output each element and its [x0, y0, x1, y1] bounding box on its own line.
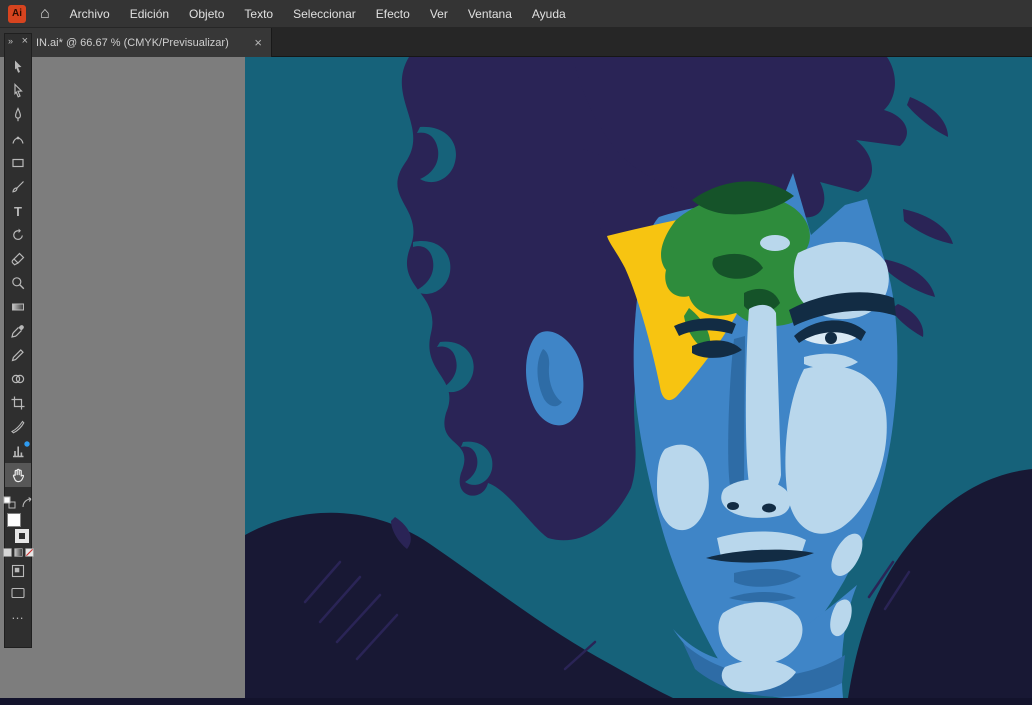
draw-mode-icon[interactable]	[10, 563, 26, 579]
menu-item-archivo[interactable]: Archivo	[60, 0, 120, 28]
hand-tool-icon	[10, 467, 26, 483]
artboard-tool-icon	[10, 395, 26, 411]
gradient-tool-icon	[10, 299, 26, 315]
rotate-tool[interactable]	[5, 223, 31, 247]
notification-dot	[24, 441, 30, 447]
graph-tool[interactable]	[5, 439, 31, 463]
menu-item-ayuda[interactable]: Ayuda	[522, 0, 576, 28]
artboard-tool[interactable]	[5, 391, 31, 415]
tab-close-icon[interactable]: ×	[245, 35, 271, 50]
eyedropper-tool[interactable]	[5, 319, 31, 343]
paintbrush-tool[interactable]	[5, 175, 31, 199]
pen-tool-icon	[10, 107, 26, 123]
menu-bar: Ai ⌂ Archivo Edición Objeto Texto Selecc…	[0, 0, 1032, 28]
panel-close-icon[interactable]: ×	[22, 35, 28, 47]
zoom-tool-icon	[10, 275, 26, 291]
slice-tool-icon	[10, 419, 26, 435]
type-tool[interactable]: T	[5, 199, 31, 223]
selection-tool-icon	[10, 59, 26, 75]
rectangle-tool[interactable]	[5, 151, 31, 175]
panel-expand-icon[interactable]: »	[8, 36, 13, 46]
pencil-tool[interactable]	[5, 343, 31, 367]
swap-colors-icon[interactable]	[20, 496, 33, 509]
shape-builder-tool-icon	[10, 371, 26, 387]
app-logo-icon[interactable]: Ai	[8, 5, 26, 23]
document-tab-bar: IN.ai* @ 66.67 % (CMYK/Previsualizar) ×	[0, 28, 1032, 57]
tools-panel-header: » ×	[5, 34, 31, 48]
eyedropper-tool-icon	[10, 323, 26, 339]
tools-panel: » ×	[4, 33, 32, 648]
rotate-tool-icon	[10, 227, 26, 243]
menu-item-objeto[interactable]: Objeto	[179, 0, 234, 28]
default-colors-icon[interactable]	[3, 496, 16, 509]
fill-stroke-indicator	[6, 513, 30, 543]
pen-tool[interactable]	[5, 103, 31, 127]
eraser-tool-icon	[10, 251, 26, 267]
menu-item-ventana[interactable]: Ventana	[458, 0, 522, 28]
paintbrush-tool-icon	[10, 179, 26, 195]
curvature-tool-icon	[10, 131, 26, 147]
gradient-mode-icon[interactable]	[14, 548, 23, 557]
pasteboard[interactable]	[0, 57, 245, 698]
fill-swatch[interactable]	[7, 513, 21, 527]
document-tab[interactable]: IN.ai* @ 66.67 % (CMYK/Previsualizar) ×	[0, 28, 272, 57]
selection-tool[interactable]	[5, 55, 31, 79]
edit-toolbar-icon[interactable]: …	[11, 607, 25, 622]
direct-selection-tool-icon	[10, 83, 26, 99]
menu-item-texto[interactable]: Texto	[234, 0, 283, 28]
stroke-swatch[interactable]	[15, 529, 29, 543]
color-mode-icon[interactable]	[3, 548, 12, 557]
none-mode-icon[interactable]	[25, 548, 34, 557]
curvature-tool[interactable]	[5, 127, 31, 151]
nostril-right	[762, 504, 776, 513]
rectangle-tool-icon	[10, 155, 26, 171]
tools-list: T	[5, 48, 31, 487]
menu-item-ver[interactable]: Ver	[420, 0, 458, 28]
type-tool-icon: T	[14, 204, 22, 219]
window-bottom-edge	[0, 698, 1032, 705]
shape-builder-tool[interactable]	[5, 367, 31, 391]
pupil	[825, 332, 837, 344]
zoom-tool[interactable]	[5, 271, 31, 295]
direct-selection-tool[interactable]	[5, 79, 31, 103]
eraser-tool[interactable]	[5, 247, 31, 271]
artboard-canvas[interactable]	[245, 57, 1032, 698]
gradient-tool[interactable]	[5, 295, 31, 319]
screen-mode-icon[interactable]	[10, 585, 26, 601]
home-icon[interactable]: ⌂	[40, 0, 50, 28]
hand-tool[interactable]	[5, 463, 31, 487]
vector-portrait-illustration	[245, 57, 1032, 698]
slice-tool[interactable]	[5, 415, 31, 439]
menu-item-efecto[interactable]: Efecto	[366, 0, 420, 28]
nostril-left	[727, 502, 739, 510]
toolbar-extras: …	[5, 495, 31, 622]
menu-item-seleccionar[interactable]: Seleccionar	[283, 0, 366, 28]
menu-item-edicion[interactable]: Edición	[120, 0, 179, 28]
illustrator-window: Ai ⌂ Archivo Edición Objeto Texto Selecc…	[0, 0, 1032, 705]
document-tab-title: IN.ai* @ 66.67 % (CMYK/Previsualizar)	[0, 37, 245, 49]
pencil-tool-icon	[10, 347, 26, 363]
